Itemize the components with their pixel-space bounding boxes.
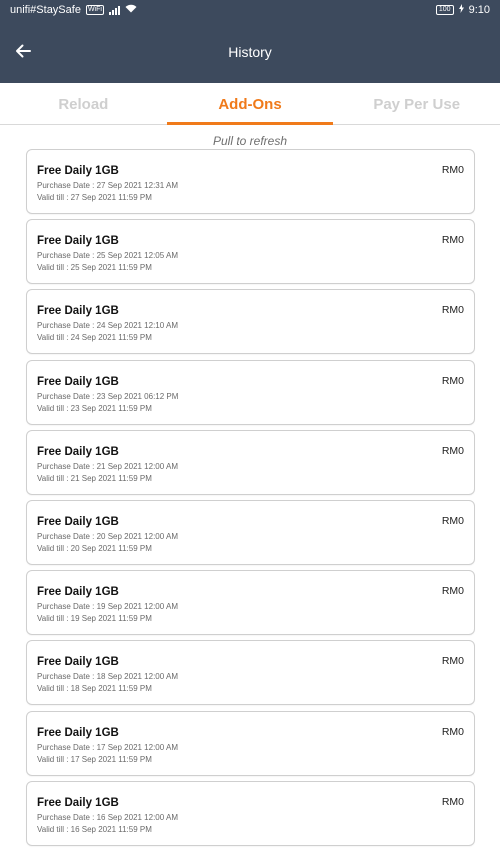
network-name: unifi#StaySafe — [10, 4, 81, 16]
item-purchase-date: Purchase Date : 20 Sep 2021 12:00 AM — [37, 531, 178, 541]
item-purchase-date: Purchase Date : 18 Sep 2021 12:00 AM — [37, 672, 178, 682]
list-item[interactable]: Free Daily 1GB RM0 Purchase Date : 25 Se… — [26, 219, 475, 285]
item-purchase-date: Purchase Date : 24 Sep 2021 12:10 AM — [37, 321, 178, 331]
item-purchase-date: Purchase Date : 21 Sep 2021 12:00 AM — [37, 461, 178, 471]
item-valid-till: Valid till : 25 Sep 2021 11:59 PM — [37, 263, 152, 273]
item-price: RM0 — [441, 514, 464, 527]
item-title: Free Daily 1GB — [37, 586, 119, 599]
item-valid-till: Valid till : 24 Sep 2021 11:59 PM — [37, 333, 152, 343]
wifi-icon — [125, 4, 137, 16]
item-title: Free Daily 1GB — [37, 726, 119, 739]
item-purchase-date: Purchase Date : 27 Sep 2021 12:31 AM — [37, 181, 178, 190]
page-title: History — [228, 44, 272, 60]
item-price: RM0 — [441, 655, 464, 668]
item-title: Free Daily 1GB — [37, 305, 119, 318]
item-valid-till: Valid till : 16 Sep 2021 11:59 PM — [37, 824, 152, 834]
item-title: Free Daily 1GB — [37, 515, 119, 528]
item-price: RM0 — [441, 374, 464, 387]
list-item[interactable]: Free Daily 1GB RM0 Purchase Date : 23 Se… — [26, 359, 475, 425]
item-price: RM0 — [441, 725, 464, 738]
item-price: RM0 — [441, 795, 464, 808]
pull-to-refresh-hint: Pull to refresh — [212, 134, 288, 148]
app-bar: History — [0, 20, 500, 83]
list-item[interactable]: Free Daily 1GB RM0 Purchase Date : 27 Se… — [26, 149, 475, 214]
charging-icon — [458, 4, 464, 16]
item-purchase-date: Purchase Date : 23 Sep 2021 06:12 PM — [37, 391, 179, 401]
item-purchase-date: Purchase Date : 16 Sep 2021 12:00 AM — [37, 812, 178, 822]
signal-icon — [108, 5, 120, 15]
item-title: Free Daily 1GB — [37, 796, 119, 809]
item-title: Free Daily 1GB — [37, 165, 119, 177]
item-price: RM0 — [441, 304, 464, 317]
status-bar: unifi#StaySafe WiFi 100 9:10 — [0, 0, 500, 20]
tab-add-ons[interactable]: Add-Ons — [166, 83, 334, 125]
battery-icon: 100 — [435, 5, 454, 15]
list-item[interactable]: Free Daily 1GB RM0 Purchase Date : 17 Se… — [26, 710, 475, 776]
network-badge: WiFi — [85, 5, 104, 15]
item-valid-till: Valid till : 19 Sep 2021 11:59 PM — [37, 614, 152, 624]
item-valid-till: Valid till : 27 Sep 2021 11:59 PM — [37, 193, 152, 202]
item-title: Free Daily 1GB — [37, 445, 119, 458]
tab-bar: Reload Add-Ons Pay Per Use — [0, 83, 500, 125]
item-valid-till: Valid till : 21 Sep 2021 11:59 PM — [37, 473, 152, 483]
list-item[interactable]: Free Daily 1GB RM0 Purchase Date : 24 Se… — [26, 289, 475, 355]
item-price: RM0 — [441, 164, 464, 176]
item-price: RM0 — [441, 234, 464, 247]
item-valid-till: Valid till : 20 Sep 2021 11:59 PM — [37, 543, 152, 553]
item-purchase-date: Purchase Date : 19 Sep 2021 12:00 AM — [37, 602, 178, 612]
list-item[interactable]: Free Daily 1GB RM0 Purchase Date : 19 Se… — [26, 570, 475, 636]
tab-pay-per-use[interactable]: Pay Per Use — [333, 83, 500, 124]
item-purchase-date: Purchase Date : 17 Sep 2021 12:00 AM — [37, 742, 178, 752]
list-item[interactable]: Free Daily 1GB RM0 Purchase Date : 16 Se… — [26, 780, 475, 846]
item-title: Free Daily 1GB — [37, 656, 119, 669]
item-price: RM0 — [441, 444, 464, 457]
item-valid-till: Valid till : 18 Sep 2021 11:59 PM — [37, 684, 152, 694]
item-valid-till: Valid till : 23 Sep 2021 11:59 PM — [37, 403, 152, 413]
history-list[interactable]: Free Daily 1GB RM0 Purchase Date : 27 Se… — [26, 149, 475, 851]
item-price: RM0 — [441, 585, 464, 598]
item-valid-till: Valid till : 17 Sep 2021 11:59 PM — [37, 754, 152, 764]
item-title: Free Daily 1GB — [37, 235, 119, 248]
item-purchase-date: Purchase Date : 25 Sep 2021 12:05 AM — [37, 251, 178, 261]
list-item[interactable]: Free Daily 1GB RM0 Purchase Date : 18 Se… — [26, 640, 475, 706]
clock: 9:10 — [468, 4, 490, 16]
list-item[interactable]: Free Daily 1GB RM0 Purchase Date : 20 Se… — [26, 499, 475, 565]
item-title: Free Daily 1GB — [37, 375, 119, 388]
status-bar-right: 100 9:10 — [435, 4, 490, 16]
tab-reload[interactable]: Reload — [0, 83, 167, 124]
status-bar-left: unifi#StaySafe WiFi — [10, 4, 137, 16]
list-item[interactable]: Free Daily 1GB RM0 Purchase Date : 21 Se… — [26, 429, 475, 495]
